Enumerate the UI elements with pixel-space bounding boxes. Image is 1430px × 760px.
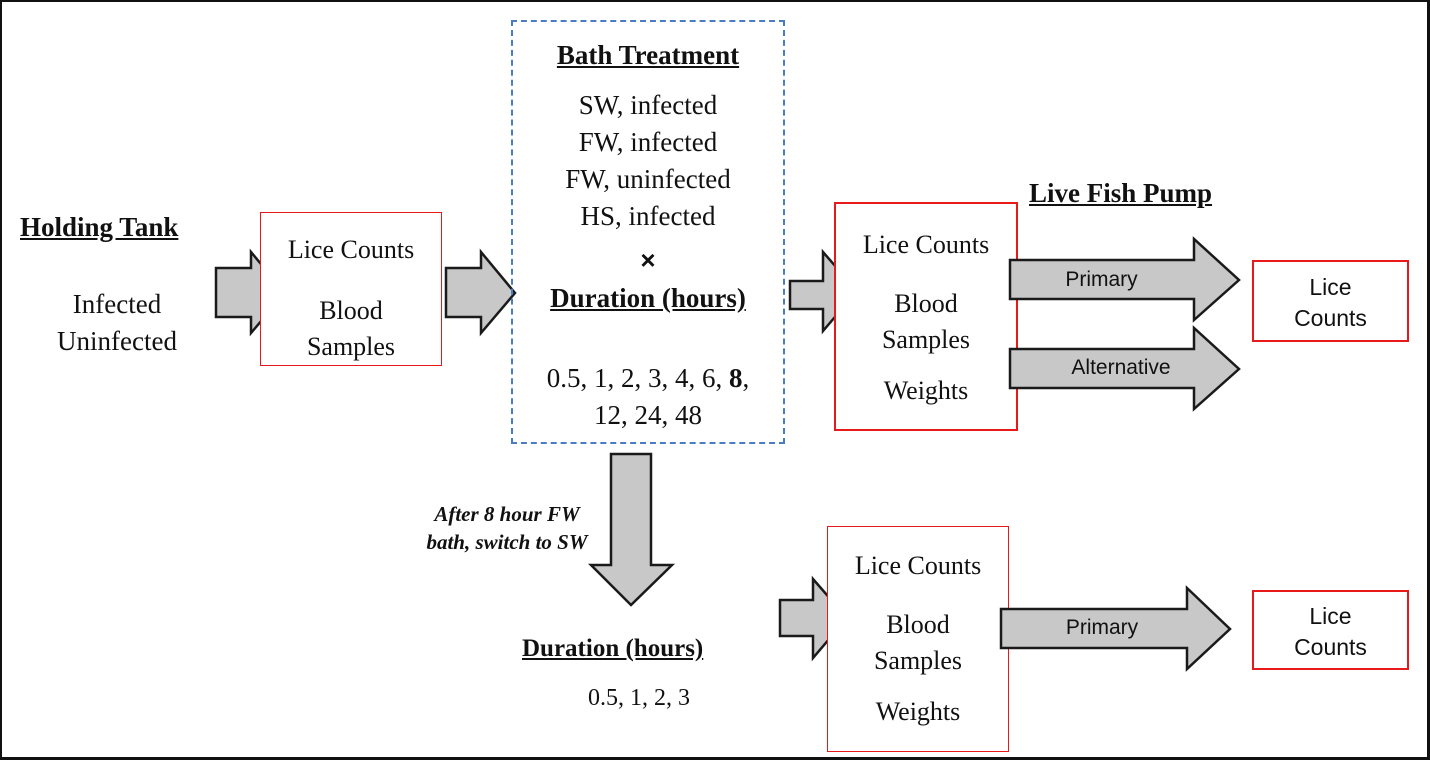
stage3-lice-counts-box: Lice Counts <box>1252 590 1409 670</box>
alternative-arrow-label: Alternative <box>1071 356 1171 379</box>
times-symbol: × <box>640 245 656 275</box>
primary-arrow-label: Primary <box>1065 268 1138 291</box>
condition-item: HS, infected <box>580 201 716 231</box>
stage2-lice-counts-box: Lice Counts <box>1252 260 1409 342</box>
item-blood: Blood <box>319 296 383 325</box>
bath-conditions-list: SW, infected FW, infected FW, uninfected… <box>511 87 785 235</box>
item-weights: Weights <box>883 376 969 405</box>
condition-item: FW, infected <box>578 127 718 157</box>
group-infected: Infected <box>72 289 162 319</box>
group-uninfected: Uninfected <box>57 326 177 356</box>
durations-line-2: 12, 24, 48 <box>594 400 702 430</box>
item-samples: Samples <box>873 646 963 675</box>
stage1-measurements-box: Lice Counts Blood Samples <box>260 212 442 366</box>
item-weights: Weights <box>875 697 961 726</box>
item-lice-counts: Lice Counts <box>854 551 982 580</box>
durations-line-1: 0.5, 1, 2, 3, 4, 6, 8, <box>511 360 785 397</box>
note-line-2: bath, switch to SW <box>426 530 588 554</box>
item-lice-counts: Lice Counts <box>287 235 415 264</box>
recovery-duration-title: Duration (hours) <box>522 635 704 662</box>
item-lice: Lice <box>1309 603 1352 629</box>
live-fish-pump-title: Live Fish Pump <box>1029 178 1213 208</box>
switch-to-sw-note: After 8 hour FW bath, switch to SW <box>397 500 617 556</box>
bath-duration-title: Duration (hours) <box>550 283 746 313</box>
item-lice: Lice <box>1309 274 1352 300</box>
item-counts: Counts <box>1294 634 1367 660</box>
holding-tank-title: Holding Tank <box>20 212 179 242</box>
stage3-measurements-box: Lice Counts Blood Samples Weights <box>827 526 1009 752</box>
holding-tank-groups: Infected Uninfected <box>32 286 202 360</box>
item-counts: Counts <box>1294 305 1367 331</box>
durations-highlight-8: 8 <box>729 363 743 393</box>
bath-treatment-title: Bath Treatment <box>556 40 740 70</box>
item-samples: Samples <box>306 332 396 361</box>
bath-durations-list: 0.5, 1, 2, 3, 4, 6, 8, 12, 24, 48 <box>511 360 785 434</box>
item-blood: Blood <box>886 610 950 639</box>
item-lice-counts: Lice Counts <box>862 230 990 259</box>
note-line-1: After 8 hour FW <box>434 502 580 526</box>
item-samples: Samples <box>881 325 971 354</box>
item-blood: Blood <box>894 289 958 318</box>
arrow-right-icon <box>444 248 517 337</box>
condition-item: FW, uninfected <box>565 164 731 194</box>
primary-arrow-label: Primary <box>1065 616 1139 639</box>
durations-prefix: 0.5, 1, 2, 3, 4, 6, <box>546 363 729 393</box>
diagram-canvas: Holding Tank Infected Uninfected Lice Co… <box>0 0 1430 760</box>
recovery-durations: 0.5, 1, 2, 3 <box>588 685 690 711</box>
condition-item: SW, infected <box>578 90 718 120</box>
durations-suffix: , <box>742 363 750 393</box>
stage2-measurements-box: Lice Counts Blood Samples Weights <box>834 202 1018 431</box>
